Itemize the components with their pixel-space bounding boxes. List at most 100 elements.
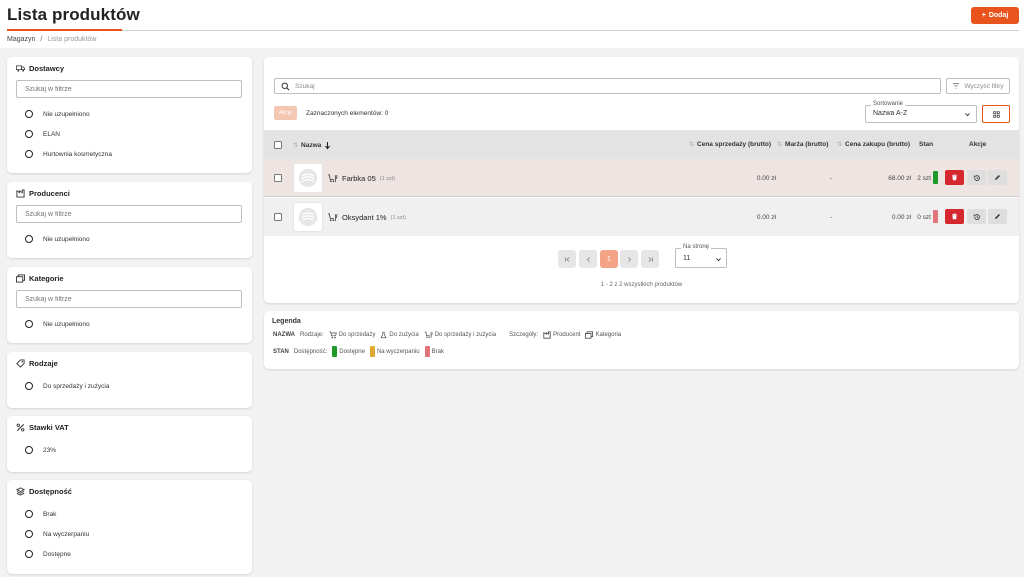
filter-option[interactable]: Brak (16, 504, 243, 524)
breadcrumb-item-warehouse[interactable]: Magazyn (7, 36, 35, 43)
edit-button[interactable] (988, 209, 1007, 224)
legend-title: Legenda (272, 318, 301, 325)
search-input[interactable]: Szukaj (274, 78, 941, 94)
next-page-button[interactable] (620, 250, 638, 268)
stock-none-indicator (933, 210, 938, 223)
radio-icon[interactable] (25, 235, 33, 243)
sort-icon: ⇅ (689, 142, 695, 148)
filter-option[interactable]: Dostępne (16, 544, 243, 564)
grid-icon (992, 110, 1000, 118)
search-placeholder: Szukaj (295, 82, 315, 90)
filter-option[interactable]: Hurtownia kosmetyczna (16, 144, 243, 164)
product-name[interactable]: Farbka 05 (1 szt) (327, 174, 395, 183)
column-header-actions: Akcje (969, 141, 987, 148)
sale-price: 0.00 zł (756, 214, 776, 221)
filter-option[interactable]: Nie uzupełniono (16, 314, 243, 334)
column-header-purchase-price[interactable]: ⇅ Cena zakupu (brutto) (837, 141, 910, 148)
filter-option[interactable]: Nie uzupełniono (16, 229, 243, 249)
bulk-actions-button[interactable]: Akcje (274, 106, 297, 120)
last-page-icon (647, 256, 653, 262)
sale-and-use-icon (328, 213, 338, 222)
history-button[interactable] (967, 209, 986, 224)
clear-filters-button[interactable]: Wyczyść filtry (946, 78, 1010, 94)
trash-icon (952, 174, 957, 181)
legend-card: Legenda NAZWA Rodzaje: Do sprzedaży Do z… (264, 311, 1019, 369)
radio-icon[interactable] (25, 382, 33, 390)
sort-select[interactable]: Sortowanie Nazwa A-Z (865, 101, 977, 123)
first-page-button[interactable] (558, 250, 576, 268)
add-button[interactable]: + Dodaj (971, 7, 1019, 24)
categories-icon (585, 331, 594, 339)
product-thumbnail (293, 163, 323, 193)
layers-icon (16, 486, 25, 496)
radio-icon[interactable] (25, 530, 33, 538)
radio-icon[interactable] (25, 550, 33, 558)
column-header-sale-price[interactable]: ⇅ Cena sprzedaży (brutto) (689, 141, 771, 148)
sale-and-use-icon (424, 331, 433, 338)
available-color-swatch (332, 346, 338, 357)
filter-option[interactable]: 23% (16, 440, 243, 460)
legend-name-row: NAZWA Rodzaje: Do sprzedaży Do zużycia D… (273, 331, 622, 339)
product-name[interactable]: Oksydant 1% (1 szt) (327, 213, 406, 222)
per-page-value: 11 (683, 255, 691, 262)
chevron-right-icon (627, 256, 631, 262)
filter-option[interactable]: Na wyczerpaniu (16, 524, 243, 544)
page-button-current[interactable]: 1 (600, 250, 618, 268)
categories-filter-search-input[interactable] (16, 290, 242, 308)
stock-quantity: 0 szt (917, 214, 931, 221)
per-page-label: Na stronę (681, 244, 712, 250)
grid-view-button[interactable] (982, 105, 1010, 123)
row-checkbox[interactable] (274, 174, 282, 182)
radio-icon[interactable] (25, 510, 33, 518)
page-title: Lista produktów (7, 5, 140, 24)
add-button-label: Dodaj (988, 12, 1009, 19)
delete-button[interactable] (945, 170, 964, 185)
column-header-margin[interactable]: ⇅ Marża (brutto) (777, 141, 828, 148)
suppliers-filter-search-input[interactable] (16, 80, 242, 98)
chevron-down-icon (716, 258, 721, 262)
title-divider (7, 30, 1019, 31)
cart-icon (329, 331, 337, 339)
radio-icon[interactable] (25, 130, 33, 138)
column-header-stock: Stan (919, 141, 934, 148)
select-all-checkbox[interactable] (274, 141, 282, 149)
filter-vat: Stawki VAT 23% (7, 416, 252, 472)
prev-page-button[interactable] (579, 250, 597, 268)
table-row[interactable]: Oksydant 1% (1 szt) 0.00 zł - 0.00 zł 0 … (264, 198, 1019, 236)
first-page-icon (564, 256, 570, 262)
per-page-select[interactable]: Na stronę 11 (675, 244, 727, 268)
row-checkbox[interactable] (274, 213, 282, 221)
plus-icon: + (981, 12, 986, 19)
pencil-icon (995, 175, 1000, 180)
table-row[interactable]: Farbka 05 (1 szt) 0.00 zł - 68.00 zł 2 s… (264, 159, 1019, 197)
sort-icon: ⇅ (293, 143, 299, 149)
sale-and-use-icon (328, 174, 338, 183)
last-page-button[interactable] (641, 250, 659, 268)
filter-option[interactable]: Nie uzupełniono (16, 104, 243, 124)
filter-categories: Kategorie Nie uzupełniono (7, 267, 252, 343)
delete-button[interactable] (945, 209, 964, 224)
legend-stock-row: STAN Dostępność: Dostępne Na wyczerpaniu… (273, 346, 444, 357)
filter-kinds: Rodzaje Do sprzedaży i zużycia (7, 352, 252, 408)
filter-title: Dostawcy (29, 63, 65, 73)
product-list-card: Szukaj Wyczyść filtry Akcje Zaznaczonych… (264, 57, 1019, 303)
breadcrumb-item-current: Lista produktów (47, 36, 97, 43)
edit-button[interactable] (988, 170, 1007, 185)
filter-producers: Producenci Nie uzupełniono (7, 182, 252, 258)
history-button[interactable] (967, 170, 986, 185)
radio-icon[interactable] (25, 446, 33, 454)
column-header-name[interactable]: ⇅ Nazwa (293, 141, 331, 150)
percent-icon (16, 423, 25, 431)
margin: - (829, 214, 832, 221)
filter-option[interactable]: ELAN (16, 124, 243, 144)
stock-quantity: 2 szt (917, 175, 931, 182)
sale-price: 0.00 zł (756, 175, 776, 182)
filter-title: Dostępność (29, 486, 72, 496)
radio-icon[interactable] (25, 320, 33, 328)
radio-icon[interactable] (25, 150, 33, 158)
history-icon (973, 174, 980, 181)
filter-option[interactable]: Do sprzedaży i zużycia (16, 376, 243, 396)
stock-available-indicator (933, 171, 938, 184)
producers-filter-search-input[interactable] (16, 205, 242, 223)
radio-icon[interactable] (25, 110, 33, 118)
